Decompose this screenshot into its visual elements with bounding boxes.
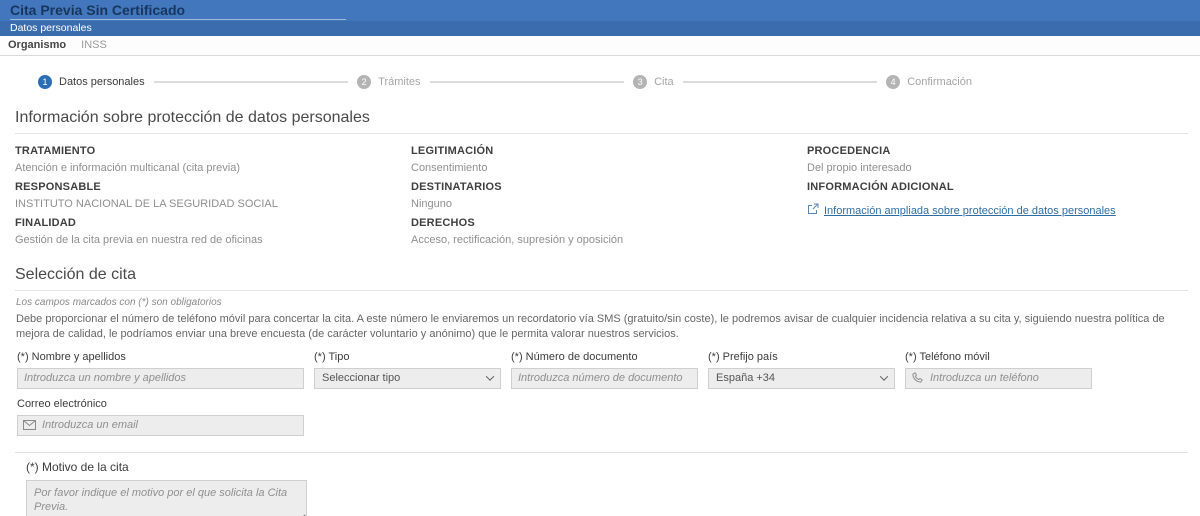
- finalidad-label: FINALIDAD: [15, 217, 77, 229]
- prefijo-select-value: España +34: [716, 372, 776, 385]
- prefijo-select[interactable]: España +34: [708, 367, 895, 389]
- tipo-select[interactable]: Seleccionar tipo: [314, 367, 501, 389]
- organism-value: INSS: [81, 39, 107, 51]
- procedencia-value: Del propio interesado: [807, 162, 912, 174]
- field-tipo-documento: (*) Tipo Seleccionar tipo: [314, 351, 501, 389]
- telefono-input[interactable]: [905, 367, 1092, 389]
- step-3-badge: 3: [633, 75, 648, 89]
- privacy-col-tratamiento: TRATAMIENTO Atención e información multi…: [15, 138, 411, 246]
- privacy-col-procedencia: PROCEDENCIA Del propio interesado INFORM…: [807, 138, 1188, 246]
- field-correo-electronico: Correo electrónico: [17, 398, 304, 436]
- tratamiento-value: Atención e información multicanal (cita …: [15, 162, 240, 174]
- chevron-down-icon: [485, 372, 495, 382]
- privacy-more-info-link[interactable]: Información ampliada sobre protección de…: [824, 205, 1116, 217]
- breadcrumb-subtitle: Datos personales: [0, 21, 1200, 36]
- organism-label: Organismo: [8, 39, 67, 51]
- phone-intro-text: Debe proporcionar el número de teléfono …: [16, 313, 1165, 340]
- destinatarios-label: DESTINATARIOS: [411, 181, 502, 193]
- step-cita: 3 Cita: [633, 75, 674, 89]
- legitimacion-value: Consentimiento: [411, 162, 488, 174]
- prefijo-label: (*) Prefijo país: [708, 350, 778, 363]
- tratamiento-label: TRATAMIENTO: [15, 145, 96, 157]
- step-2-badge: 2: [357, 75, 372, 89]
- app-header: Cita Previa Sin Certificado Datos person…: [0, 0, 1200, 36]
- derechos-label: DERECHOS: [411, 217, 475, 229]
- finalidad-value: Gestión de la cita previa en nuestra red…: [15, 234, 263, 246]
- step-connector: [429, 81, 625, 83]
- documento-input[interactable]: [511, 367, 698, 389]
- field-telefono-movil: (*) Teléfono móvil: [905, 351, 1092, 389]
- responsable-label: RESPONSABLE: [15, 181, 101, 193]
- email-input[interactable]: [17, 414, 304, 436]
- step-2-label: Trámites: [378, 76, 421, 88]
- privacy-col-legitimacion: LEGITIMACIÓN Consentimiento DESTINATARIO…: [411, 138, 807, 246]
- privacy-grid: TRATAMIENTO Atención e información multi…: [15, 138, 1188, 246]
- responsable-value: INSTITUTO NACIONAL DE LA SEGURIDAD SOCIA…: [15, 198, 278, 210]
- motivo-block: (*) Motivo de la cita El Motivo de la ci…: [26, 460, 1200, 516]
- step-confirmacion: 4 Confirmación: [886, 75, 972, 89]
- email-row: Correo electrónico: [17, 398, 1188, 436]
- procedencia-label: PROCEDENCIA: [807, 145, 891, 157]
- informacion-adicional-label: INFORMACIÓN ADICIONAL: [807, 181, 954, 193]
- selection-section-title: Selección de cita: [15, 266, 1188, 291]
- tipo-label: (*) Tipo: [314, 350, 350, 363]
- step-1-badge: 1: [38, 75, 52, 89]
- external-link-icon: [807, 202, 819, 220]
- motivo-textarea[interactable]: [26, 479, 307, 516]
- telefono-label: (*) Teléfono móvil: [905, 350, 990, 363]
- section-divider: [15, 451, 1188, 453]
- step-datos-personales: 1 Datos personales: [38, 75, 145, 89]
- field-prefijo-pais: (*) Prefijo país España +34: [708, 351, 895, 389]
- step-connector: [682, 81, 878, 83]
- privacy-section-title: Información sobre protección de datos pe…: [15, 109, 1188, 134]
- step-4-label: Confirmación: [907, 76, 972, 88]
- motivo-label: (*) Motivo de la cita: [26, 459, 129, 474]
- step-tramites: 2 Trámites: [357, 75, 421, 89]
- telefono-input-wrap: [905, 367, 1092, 389]
- destinatarios-value: Ninguno: [411, 198, 452, 210]
- step-connector: [153, 81, 349, 83]
- email-input-wrap: [17, 414, 304, 436]
- derechos-value: Acceso, rectificación, supresión y oposi…: [411, 234, 624, 246]
- nombre-input[interactable]: [17, 367, 304, 389]
- step-1-label: Datos personales: [59, 76, 145, 88]
- step-3-label: Cita: [654, 76, 674, 88]
- step-4-badge: 4: [886, 75, 901, 89]
- wizard-stepper: 1 Datos personales 2 Trámites 3 Cita 4 C…: [38, 75, 972, 89]
- privacy-link-row: Información ampliada sobre protección de…: [807, 202, 1188, 220]
- legitimacion-label: LEGITIMACIÓN: [411, 145, 494, 157]
- app-title: Cita Previa Sin Certificado: [10, 3, 346, 20]
- documento-label: (*) Número de documento: [511, 350, 638, 363]
- field-nombre: (*) Nombre y apellidos: [17, 351, 304, 389]
- organism-bar: Organismo INSS: [0, 36, 1200, 56]
- field-numero-documento: (*) Número de documento: [511, 351, 698, 389]
- required-fields-note: Los campos marcados con (*) son obligato…: [16, 297, 222, 308]
- email-label: Correo electrónico: [17, 397, 107, 410]
- chevron-down-icon: [879, 372, 889, 382]
- nombre-label: (*) Nombre y apellidos: [17, 350, 126, 363]
- tipo-select-value: Seleccionar tipo: [322, 372, 401, 385]
- personal-data-row: (*) Nombre y apellidos (*) Tipo Seleccio…: [17, 351, 1188, 389]
